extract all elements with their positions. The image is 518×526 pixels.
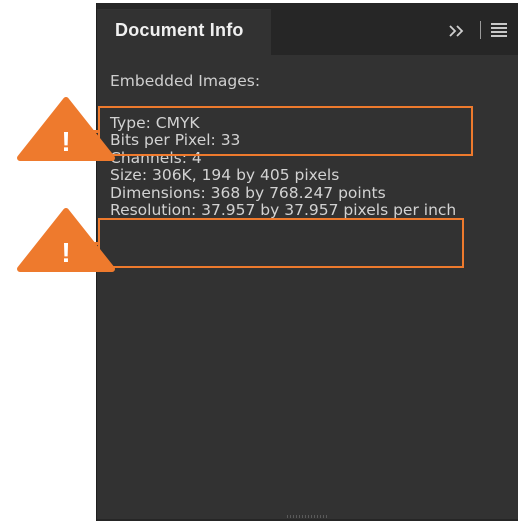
screenshot-stage: Document Info Embedded Images: Type: CMY… xyxy=(0,0,518,526)
double-chevron-right-glyph xyxy=(449,25,464,37)
tab-bar-divider xyxy=(480,21,481,39)
warning-triangle-icon: ! xyxy=(14,96,118,164)
highlight-box-type-bits xyxy=(98,106,473,156)
warning-symbol-2: ! xyxy=(61,237,70,268)
panel-tab-bar: Document Info xyxy=(97,3,518,55)
double-chevron-right-icon[interactable] xyxy=(446,20,468,42)
warning-triangle-glyph: ! xyxy=(17,97,115,161)
panel-bottom-edge xyxy=(97,519,518,521)
embedded-images-heading: Embedded Images: xyxy=(110,72,261,90)
tab-document-info-label: Document Info xyxy=(115,20,244,40)
warning-symbol-1: ! xyxy=(61,126,70,157)
tab-document-info[interactable]: Document Info xyxy=(97,9,271,55)
highlight-box-resolution xyxy=(98,218,464,268)
info-resolution: Resolution: 37.957 by 37.957 pixels per … xyxy=(110,201,457,219)
info-size: Size: 306K, 194 by 405 pixels xyxy=(110,166,340,184)
hamburger-menu-icon[interactable] xyxy=(491,23,507,37)
warning-triangle-glyph: ! xyxy=(17,208,115,272)
panel-resize-grip[interactable] xyxy=(287,515,327,518)
info-dimensions: Dimensions: 368 by 768.247 points xyxy=(110,183,386,202)
warning-triangle-icon: ! xyxy=(14,207,118,275)
